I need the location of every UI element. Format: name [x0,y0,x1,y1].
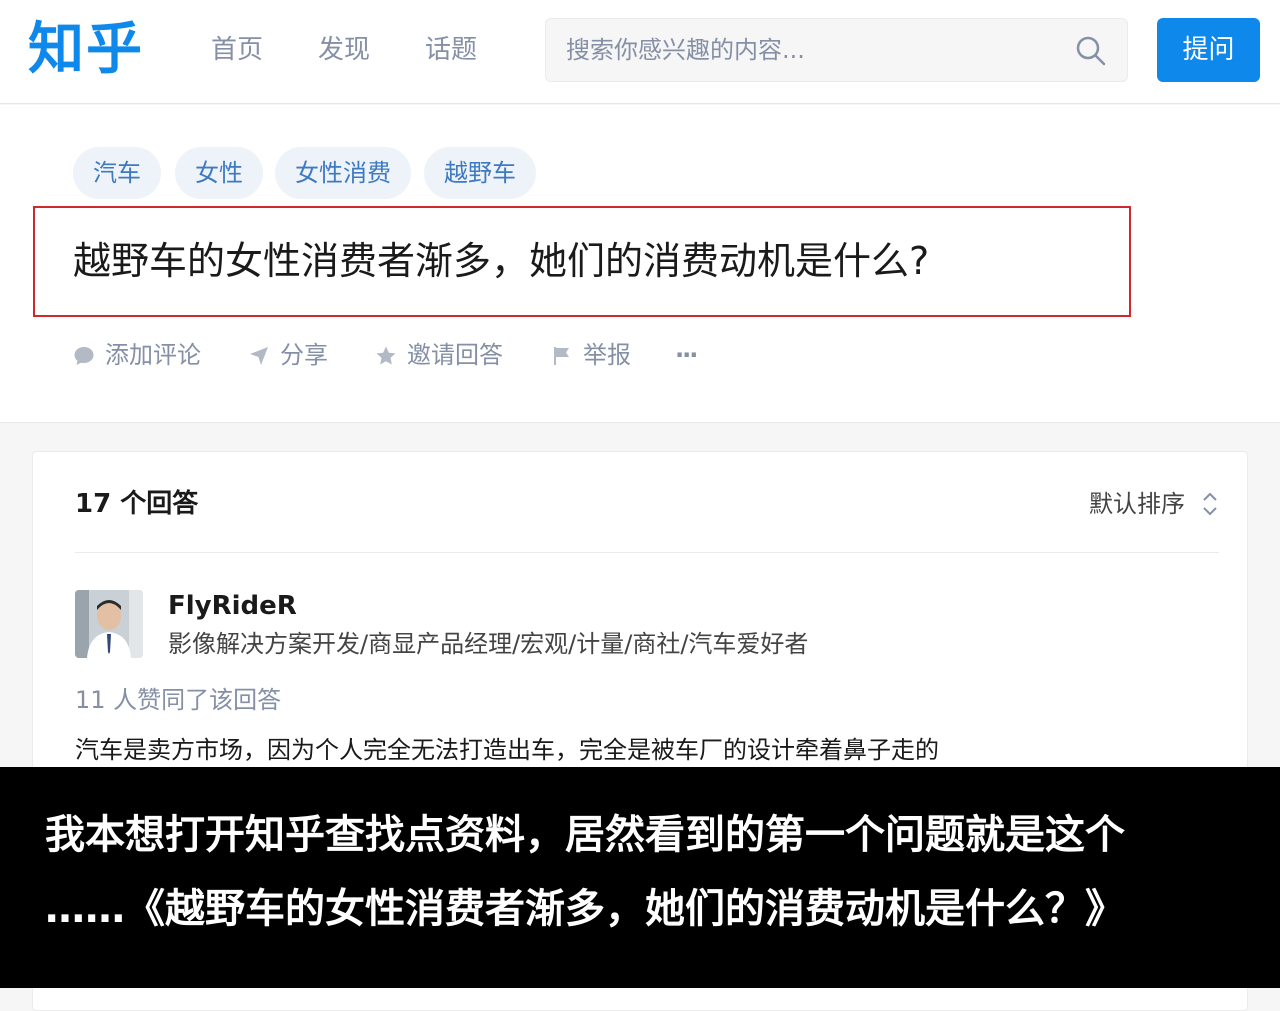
more-button[interactable]: ··· [675,335,715,375]
vote-count[interactable]: 11 人赞同了该回答 [75,680,281,720]
question-card: 汽车 女性 女性消费 越野车 越野车的女性消费者渐多，她们的消费动机是什么? 添… [0,105,1280,423]
invite-answer-label: 邀请回答 [407,341,503,369]
author-bio: 影像解决方案开发/商显产品经理/宏观/计量/商社/汽车爱好者 [168,630,809,658]
share-icon [250,347,268,365]
topic-tag[interactable]: 女性 [175,147,263,199]
answer-excerpt[interactable]: 汽车是卖方市场，因为个人完全无法打造出车，完全是被车厂的设计牵着鼻子走的 [75,730,939,770]
share-label: 分享 [280,341,328,369]
topic-tag[interactable]: 汽车 [73,147,161,199]
question-title-highlight: 越野车的女性消费者渐多，她们的消费动机是什么? [33,206,1131,317]
answers-count: 17 个回答 [75,489,199,519]
sort-dropdown[interactable]: 默认排序 [1089,484,1185,524]
search-input[interactable]: 搜索你感兴趣的内容... [545,18,1128,82]
question-title[interactable]: 越野车的女性消费者渐多，她们的消费动机是什么? [73,208,929,315]
divider [75,552,1219,553]
nav-topics[interactable]: 话题 [425,30,477,70]
add-comment-label: 添加评论 [105,341,201,369]
star-icon [376,346,396,365]
author-name[interactable]: FlyRideR [168,586,297,626]
invite-answer-button[interactable]: 邀请回答 [375,335,525,375]
caption-line: ……《越野车的女性消费者渐多，她们的消费动机是什么？》 [45,886,1125,932]
top-header: 知乎 首页 发现 话题 搜索你感兴趣的内容... 提问 [0,0,1280,104]
sort-chevron-icon[interactable] [1201,490,1219,518]
comment-icon [74,347,94,365]
caption-overlay: 我本想打开知乎查找点资料，居然看到的第一个问题就是这个 ……《越野车的女性消费者… [0,767,1280,988]
zhihu-logo[interactable]: 知乎 [28,14,144,86]
nav-explore[interactable]: 发现 [318,30,370,70]
search-placeholder: 搜索你感兴趣的内容... [566,36,805,64]
topic-tag[interactable]: 越野车 [424,147,536,199]
topic-tag[interactable]: 女性消费 [275,147,411,199]
flag-icon [554,347,569,365]
caption-line: 我本想打开知乎查找点资料，居然看到的第一个问题就是这个 [45,812,1125,858]
report-button[interactable]: 举报 [551,335,651,375]
add-comment-button[interactable]: 添加评论 [73,335,223,375]
ask-question-button[interactable]: 提问 [1157,18,1260,82]
search-icon[interactable] [1075,35,1107,67]
nav-home[interactable]: 首页 [211,30,263,70]
share-button[interactable]: 分享 [248,335,348,375]
avatar[interactable] [75,590,143,658]
report-label: 举报 [583,341,631,369]
